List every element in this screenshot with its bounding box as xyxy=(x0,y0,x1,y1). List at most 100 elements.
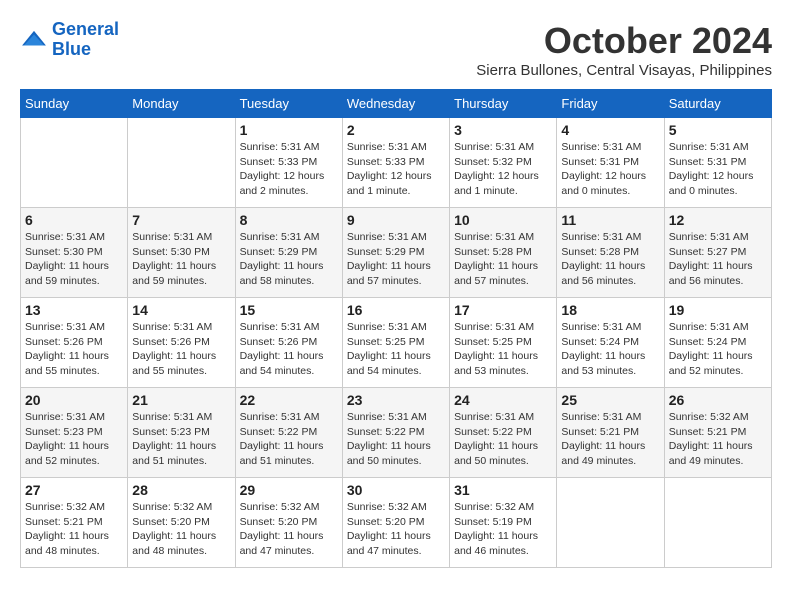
calendar-cell: 26 Sunrise: 5:32 AM Sunset: 5:21 PM Dayli… xyxy=(664,388,771,478)
day-info: Sunrise: 5:31 AM Sunset: 5:31 PM Dayligh… xyxy=(669,140,767,199)
calendar-cell: 22 Sunrise: 5:31 AM Sunset: 5:22 PM Dayli… xyxy=(235,388,342,478)
calendar-cell: 23 Sunrise: 5:31 AM Sunset: 5:22 PM Dayli… xyxy=(342,388,449,478)
calendar-week-4: 20 Sunrise: 5:31 AM Sunset: 5:23 PM Dayli… xyxy=(21,388,772,478)
day-info: Sunrise: 5:31 AM Sunset: 5:22 PM Dayligh… xyxy=(454,410,552,469)
day-info: Sunrise: 5:31 AM Sunset: 5:23 PM Dayligh… xyxy=(132,410,230,469)
day-info: Sunrise: 5:31 AM Sunset: 5:30 PM Dayligh… xyxy=(25,230,123,289)
day-info: Sunrise: 5:31 AM Sunset: 5:26 PM Dayligh… xyxy=(132,320,230,379)
calendar-cell: 27 Sunrise: 5:32 AM Sunset: 5:21 PM Dayli… xyxy=(21,478,128,568)
weekday-header-thursday: Thursday xyxy=(450,90,557,118)
day-number: 23 xyxy=(347,392,445,408)
calendar-cell: 18 Sunrise: 5:31 AM Sunset: 5:24 PM Dayli… xyxy=(557,298,664,388)
day-number: 16 xyxy=(347,302,445,318)
calendar-week-3: 13 Sunrise: 5:31 AM Sunset: 5:26 PM Dayli… xyxy=(21,298,772,388)
calendar-cell xyxy=(21,118,128,208)
weekday-row: SundayMondayTuesdayWednesdayThursdayFrid… xyxy=(21,90,772,118)
day-info: Sunrise: 5:31 AM Sunset: 5:24 PM Dayligh… xyxy=(669,320,767,379)
calendar-cell: 6 Sunrise: 5:31 AM Sunset: 5:30 PM Daylig… xyxy=(21,208,128,298)
day-info: Sunrise: 5:32 AM Sunset: 5:21 PM Dayligh… xyxy=(25,500,123,559)
calendar-cell: 1 Sunrise: 5:31 AM Sunset: 5:33 PM Daylig… xyxy=(235,118,342,208)
day-number: 31 xyxy=(454,482,552,498)
calendar-cell: 7 Sunrise: 5:31 AM Sunset: 5:30 PM Daylig… xyxy=(128,208,235,298)
day-info: Sunrise: 5:31 AM Sunset: 5:25 PM Dayligh… xyxy=(347,320,445,379)
calendar-cell: 9Sunrise: 5:31 AM Sunset: 5:29 PM Daylig… xyxy=(342,208,449,298)
day-number: 8 xyxy=(240,212,338,228)
day-number: 21 xyxy=(132,392,230,408)
logo-line1: General xyxy=(52,19,119,39)
day-number: 17 xyxy=(454,302,552,318)
day-info: Sunrise: 5:31 AM Sunset: 5:25 PM Dayligh… xyxy=(454,320,552,379)
day-info: Sunrise: 5:31 AM Sunset: 5:27 PM Dayligh… xyxy=(669,230,767,289)
day-number: 5 xyxy=(669,122,767,138)
calendar-cell: 24 Sunrise: 5:31 AM Sunset: 5:22 PM Dayli… xyxy=(450,388,557,478)
calendar-cell: 8 Sunrise: 5:31 AM Sunset: 5:29 PM Daylig… xyxy=(235,208,342,298)
day-number: 11 xyxy=(561,212,659,228)
day-number: 15 xyxy=(240,302,338,318)
day-info: Sunrise: 5:31 AM Sunset: 5:23 PM Dayligh… xyxy=(25,410,123,469)
calendar-cell: 3 Sunrise: 5:31 AM Sunset: 5:32 PM Daylig… xyxy=(450,118,557,208)
day-info: Sunrise: 5:31 AM Sunset: 5:31 PM Dayligh… xyxy=(561,140,659,199)
day-number: 27 xyxy=(25,482,123,498)
weekday-header-wednesday: Wednesday xyxy=(342,90,449,118)
calendar-cell: 14Sunrise: 5:31 AM Sunset: 5:26 PM Dayli… xyxy=(128,298,235,388)
calendar-cell: 15 Sunrise: 5:31 AM Sunset: 5:26 PM Dayli… xyxy=(235,298,342,388)
calendar-week-1: 1 Sunrise: 5:31 AM Sunset: 5:33 PM Daylig… xyxy=(21,118,772,208)
day-number: 10 xyxy=(454,212,552,228)
day-info: Sunrise: 5:32 AM Sunset: 5:19 PM Dayligh… xyxy=(454,500,552,559)
day-info: Sunrise: 5:31 AM Sunset: 5:22 PM Dayligh… xyxy=(240,410,338,469)
logo-line2: Blue xyxy=(52,39,91,59)
day-info: Sunrise: 5:31 AM Sunset: 5:26 PM Dayligh… xyxy=(240,320,338,379)
calendar-cell: 10 Sunrise: 5:31 AM Sunset: 5:28 PM Dayli… xyxy=(450,208,557,298)
calendar-cell: 19Sunrise: 5:31 AM Sunset: 5:24 PM Dayli… xyxy=(664,298,771,388)
calendar-cell: 25Sunrise: 5:31 AM Sunset: 5:21 PM Dayli… xyxy=(557,388,664,478)
calendar-cell: 31 Sunrise: 5:32 AM Sunset: 5:19 PM Dayli… xyxy=(450,478,557,568)
calendar-header: SundayMondayTuesdayWednesdayThursdayFrid… xyxy=(21,90,772,118)
month-title: October 2024 xyxy=(476,20,772,62)
day-number: 20 xyxy=(25,392,123,408)
day-info: Sunrise: 5:31 AM Sunset: 5:24 PM Dayligh… xyxy=(561,320,659,379)
day-number: 18 xyxy=(561,302,659,318)
day-number: 2 xyxy=(347,122,445,138)
day-info: Sunrise: 5:32 AM Sunset: 5:20 PM Dayligh… xyxy=(347,500,445,559)
logo-icon xyxy=(20,29,48,51)
day-number: 28 xyxy=(132,482,230,498)
day-info: Sunrise: 5:31 AM Sunset: 5:32 PM Dayligh… xyxy=(454,140,552,199)
location-title: Sierra Bullones, Central Visayas, Philip… xyxy=(476,62,772,79)
day-number: 3 xyxy=(454,122,552,138)
weekday-header-tuesday: Tuesday xyxy=(235,90,342,118)
weekday-header-monday: Monday xyxy=(128,90,235,118)
day-info: Sunrise: 5:31 AM Sunset: 5:26 PM Dayligh… xyxy=(25,320,123,379)
day-info: Sunrise: 5:31 AM Sunset: 5:30 PM Dayligh… xyxy=(132,230,230,289)
day-number: 12 xyxy=(669,212,767,228)
weekday-header-friday: Friday xyxy=(557,90,664,118)
calendar-cell xyxy=(128,118,235,208)
day-info: Sunrise: 5:31 AM Sunset: 5:28 PM Dayligh… xyxy=(454,230,552,289)
day-number: 30 xyxy=(347,482,445,498)
calendar-cell: 20 Sunrise: 5:31 AM Sunset: 5:23 PM Dayli… xyxy=(21,388,128,478)
calendar-cell xyxy=(557,478,664,568)
calendar-cell: 11 Sunrise: 5:31 AM Sunset: 5:28 PM Dayli… xyxy=(557,208,664,298)
calendar-cell: 30 Sunrise: 5:32 AM Sunset: 5:20 PM Dayli… xyxy=(342,478,449,568)
day-info: Sunrise: 5:31 AM Sunset: 5:33 PM Dayligh… xyxy=(240,140,338,199)
day-number: 29 xyxy=(240,482,338,498)
calendar-cell: 29 Sunrise: 5:32 AM Sunset: 5:20 PM Dayli… xyxy=(235,478,342,568)
calendar-cell xyxy=(664,478,771,568)
day-number: 22 xyxy=(240,392,338,408)
day-info: Sunrise: 5:31 AM Sunset: 5:33 PM Dayligh… xyxy=(347,140,445,199)
day-info: Sunrise: 5:32 AM Sunset: 5:20 PM Dayligh… xyxy=(240,500,338,559)
day-info: Sunrise: 5:32 AM Sunset: 5:21 PM Dayligh… xyxy=(669,410,767,469)
day-number: 7 xyxy=(132,212,230,228)
day-info: Sunrise: 5:31 AM Sunset: 5:22 PM Dayligh… xyxy=(347,410,445,469)
calendar-cell: 13 Sunrise: 5:31 AM Sunset: 5:26 PM Dayli… xyxy=(21,298,128,388)
day-info: Sunrise: 5:31 AM Sunset: 5:29 PM Dayligh… xyxy=(240,230,338,289)
day-number: 1 xyxy=(240,122,338,138)
day-info: Sunrise: 5:31 AM Sunset: 5:21 PM Dayligh… xyxy=(561,410,659,469)
day-number: 13 xyxy=(25,302,123,318)
day-number: 24 xyxy=(454,392,552,408)
calendar-cell: 16 Sunrise: 5:31 AM Sunset: 5:25 PM Dayli… xyxy=(342,298,449,388)
weekday-header-sunday: Sunday xyxy=(21,90,128,118)
logo-text: General Blue xyxy=(52,20,119,60)
day-info: Sunrise: 5:31 AM Sunset: 5:28 PM Dayligh… xyxy=(561,230,659,289)
day-number: 26 xyxy=(669,392,767,408)
day-number: 6 xyxy=(25,212,123,228)
